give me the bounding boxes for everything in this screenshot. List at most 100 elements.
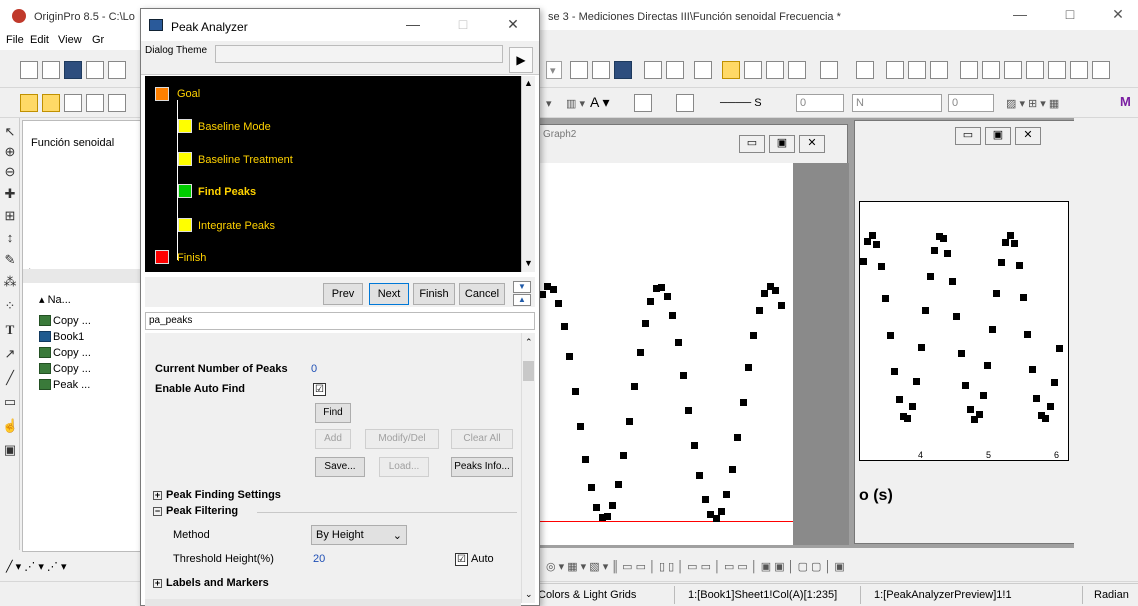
scroll-up-icon[interactable]: ⌃ xyxy=(525,337,533,348)
axis-corner-icon[interactable] xyxy=(1048,61,1066,79)
open-icon[interactable] xyxy=(42,61,60,79)
axis-open-icon[interactable] xyxy=(1026,61,1044,79)
scroll-down-icon[interactable]: ⌄ xyxy=(525,589,533,600)
minimize-icon[interactable]: ▭ xyxy=(955,127,981,145)
border-field[interactable]: N xyxy=(852,94,942,112)
tree-label-baseline-mode[interactable]: Baseline Mode xyxy=(198,121,271,133)
explorer-hscrollbar[interactable] xyxy=(23,269,147,283)
tree-node-baseline-mode-icon[interactable] xyxy=(178,119,192,133)
method-select[interactable]: By Height ⌄ xyxy=(311,525,407,545)
peak-filtering-group[interactable]: − Peak Filtering xyxy=(153,505,238,517)
line-width-field[interactable]: 0 xyxy=(796,94,844,112)
notes-icon[interactable] xyxy=(666,61,684,79)
layout-icon[interactable] xyxy=(644,61,662,79)
zoom-out-icon[interactable]: ⊖ xyxy=(2,164,18,180)
data-selector-icon[interactable]: ↕ xyxy=(2,230,18,245)
tree-node-baseline-treatment-icon[interactable] xyxy=(178,152,192,166)
graph-window-back[interactable]: Graph2 ▭ ▣ ✕ xyxy=(538,124,849,545)
rectangle-tool-icon[interactable]: ▭ xyxy=(2,394,18,410)
code-builder-icon[interactable] xyxy=(766,61,784,79)
next-button[interactable]: Next xyxy=(369,283,409,305)
merge-graph-icon[interactable] xyxy=(886,61,904,79)
close-icon[interactable]: ✕ xyxy=(503,16,523,33)
peak-finding-settings-group[interactable]: + Peak Finding Settings xyxy=(153,489,281,501)
collapse-down-icon[interactable]: ▼ xyxy=(513,281,531,293)
mask-icon[interactable] xyxy=(108,94,126,112)
explorer-column-header[interactable]: ▴ Na... xyxy=(39,293,71,306)
peaks-info-button[interactable]: Peaks Info... xyxy=(451,457,513,477)
add-layer-icon[interactable] xyxy=(820,61,838,79)
new-project-icon[interactable] xyxy=(20,61,38,79)
cancel-button[interactable]: Cancel xyxy=(459,283,505,305)
arrow-tool-icon[interactable]: ↗ xyxy=(2,346,18,362)
axis-half-icon[interactable] xyxy=(1092,61,1110,79)
extract-layers-icon[interactable] xyxy=(930,61,948,79)
new-workbook-icon[interactable] xyxy=(86,61,104,79)
explorer-folder[interactable]: Función senoidal xyxy=(31,137,114,149)
menu-edit[interactable]: Edit xyxy=(30,34,49,46)
tree-node-find-peaks-icon[interactable] xyxy=(178,184,192,198)
object-tools[interactable]: ◎ ▾ ▦ ▾ ▧ ▾ ║ ▭ ▭ │ ▯ ▯ │ ▭ ▭ │ ▭ ▭ │ ▣ … xyxy=(546,560,845,573)
mdi-vscrollbar[interactable] xyxy=(1074,118,1090,548)
axis-box-icon[interactable] xyxy=(982,61,1000,79)
auto-threshold-checkbox[interactable]: ☑ xyxy=(455,553,468,566)
tree-label-find-peaks[interactable]: Find Peaks xyxy=(198,186,256,198)
screen-reader-tool-icon[interactable]: ⊞ xyxy=(2,208,18,224)
pattern-dropdown[interactable]: ▥ ▾ xyxy=(566,97,585,110)
tree-node-integrate-peaks-icon[interactable] xyxy=(178,218,192,232)
export-icon[interactable] xyxy=(614,61,632,79)
fill-pattern-dropdown[interactable]: ▨ ▾ ⊞ ▾ ▦ xyxy=(1006,97,1059,110)
list-item[interactable]: Book1 xyxy=(39,331,84,343)
import-icon[interactable] xyxy=(592,61,610,79)
tree-scrollbar[interactable]: ▲ ▼ xyxy=(521,76,535,272)
axis-u-icon[interactable] xyxy=(1004,61,1022,79)
print-icon[interactable] xyxy=(570,61,588,79)
data-reader-tool-icon[interactable]: ✚ xyxy=(2,186,18,202)
axis-l-icon[interactable] xyxy=(960,61,978,79)
plot-area-left[interactable] xyxy=(539,163,793,545)
dialog-theme-field[interactable] xyxy=(215,45,503,63)
menu-view[interactable]: View xyxy=(58,34,82,46)
list-item[interactable]: Copy ... xyxy=(39,347,91,359)
draw-data-icon[interactable]: ✎ xyxy=(2,252,18,268)
graph-window-front[interactable]: ▭ ▣ ✕ 4 5 6 o (s) xyxy=(854,120,1090,544)
auto-find-checkbox[interactable]: ☑ xyxy=(313,383,326,396)
scroll-thumb[interactable] xyxy=(523,361,534,381)
menu-file[interactable]: File xyxy=(6,34,24,46)
dialog-theme-arrow-icon[interactable]: ▶ xyxy=(509,47,533,73)
font-color-icon[interactable]: A ▾ xyxy=(590,94,609,111)
mask-tool-icon[interactable]: ⁘ xyxy=(2,298,18,314)
tree-node-goal-icon[interactable] xyxy=(155,87,169,101)
minimize-icon[interactable]: — xyxy=(403,16,423,32)
line-color-icon[interactable] xyxy=(676,94,694,112)
menu-graph[interactable]: Gr xyxy=(92,34,104,46)
tree-label-finish[interactable]: Finish xyxy=(177,252,206,264)
paint-icon[interactable] xyxy=(42,94,60,112)
list-item[interactable]: Copy ... xyxy=(39,315,91,327)
pencil-icon[interactable] xyxy=(20,94,38,112)
scroll-down-icon[interactable]: ▼ xyxy=(524,258,533,268)
threshold-value[interactable]: 20 xyxy=(313,553,325,565)
plot-area-right[interactable]: 4 5 6 xyxy=(859,201,1069,461)
refresh-icon[interactable] xyxy=(788,61,806,79)
panel-hscrollbar[interactable] xyxy=(145,599,521,606)
text-tool-icon[interactable]: T xyxy=(2,322,18,338)
find-button[interactable]: Find xyxy=(315,403,351,423)
line-style-dropdown[interactable]: ──── S xyxy=(720,97,762,109)
arrange-layers-icon[interactable] xyxy=(908,61,926,79)
close-icon[interactable]: ✕ xyxy=(1015,127,1041,145)
close-icon[interactable]: ✕ xyxy=(799,135,825,153)
collapse-up-icon[interactable]: ▲ xyxy=(513,294,531,306)
tree-node-finish-icon[interactable] xyxy=(155,250,169,264)
prev-button[interactable]: Prev xyxy=(323,283,363,305)
minimize-icon[interactable]: ▭ xyxy=(739,135,765,153)
close-icon[interactable]: ✕ xyxy=(1108,6,1128,23)
finish-button[interactable]: Finish xyxy=(413,283,455,305)
line-plot-icon[interactable]: ╱ ▾ ⋰ ▾ ⋰ ▾ xyxy=(6,560,66,573)
save-button[interactable]: Save... xyxy=(315,457,365,477)
restore-icon[interactable]: ▣ xyxy=(985,127,1011,145)
axis-frame-icon[interactable] xyxy=(1070,61,1088,79)
line-tool-icon[interactable]: ╱ xyxy=(2,370,18,386)
maximize-icon[interactable]: □ xyxy=(1060,6,1080,22)
tree-label-goal[interactable]: Goal xyxy=(177,88,200,100)
